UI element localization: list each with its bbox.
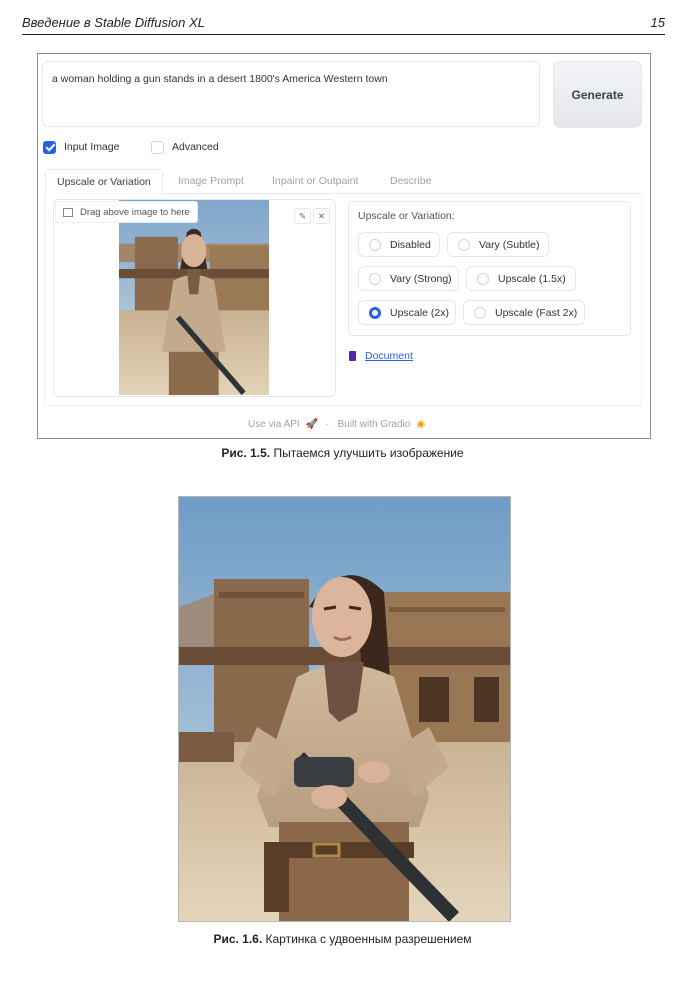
option-vary-subtle[interactable]: Vary (Subtle): [447, 232, 549, 257]
tab-image-prompt[interactable]: Image Prompt: [167, 169, 255, 192]
page-number: 15: [650, 15, 665, 30]
clear-image-button[interactable]: ✕: [313, 208, 330, 224]
use-via-api-link[interactable]: Use via API: [248, 419, 300, 430]
edit-image-button[interactable]: ✎: [294, 208, 311, 224]
figure-caption-1-text: Пытаемся улучшить изображение: [270, 446, 464, 460]
option-upscale-2x[interactable]: Upscale (2x): [358, 300, 456, 325]
page-header: Введение в Stable Diffusion XL 15: [22, 14, 665, 35]
advanced-checkbox-row[interactable]: Advanced: [151, 139, 219, 155]
image-icon: [63, 207, 73, 217]
figure-caption-1: Рис. 1.5. Пытаемся улучшить изображение: [0, 446, 685, 460]
prompt-text: a woman holding a gun stands in a desert…: [52, 73, 388, 85]
input-image-checkbox[interactable]: [43, 140, 56, 154]
option-upscale-fast-2x[interactable]: Upscale (Fast 2x): [463, 300, 585, 325]
document-icon: [349, 351, 356, 361]
tab-inpaint-or-outpaint[interactable]: Inpaint or Outpaint: [261, 169, 369, 192]
option-upscale-1-5x-label: Upscale (1.5x): [498, 272, 566, 285]
option-upscale-fast-2x-label: Upscale (Fast 2x): [495, 306, 578, 319]
option-vary-strong-label: Vary (Strong): [390, 272, 452, 285]
advanced-checkbox[interactable]: [151, 140, 164, 154]
running-title: Введение в Stable Diffusion XL: [22, 15, 205, 30]
prompt-textarea[interactable]: a woman holding a gun stands in a desert…: [42, 61, 540, 127]
figure-caption-2: Рис. 1.6. Картинка с удвоенным разрешени…: [0, 932, 685, 946]
built-with-gradio-link[interactable]: Built with Gradio: [338, 419, 411, 430]
input-image-label: Input Image: [64, 141, 120, 153]
drag-hint-text: Drag above image to here: [80, 206, 190, 218]
advanced-label: Advanced: [172, 141, 219, 153]
tab-bar: Upscale or Variation Image Prompt Inpain…: [44, 169, 640, 194]
rocket-icon: 🚀: [305, 419, 319, 430]
pencil-icon: ✎: [298, 210, 307, 221]
upscaled-photo: [178, 496, 511, 922]
radio-vary-strong[interactable]: [369, 272, 381, 285]
tab-describe[interactable]: Describe: [379, 169, 442, 192]
radio-disabled[interactable]: [369, 238, 381, 251]
figure-caption-1-prefix: Рис. 1.5.: [221, 446, 271, 460]
document-link-label: Document: [365, 350, 413, 362]
radio-upscale-2x[interactable]: [369, 306, 381, 319]
footer-separator: ·: [326, 419, 330, 430]
option-upscale-2x-label: Upscale (2x): [390, 306, 449, 319]
document-link[interactable]: Document: [349, 350, 413, 362]
option-upscale-1-5x[interactable]: Upscale (1.5x): [466, 266, 576, 291]
gradio-footer: Use via API 🚀 · Built with Gradio ◉: [248, 419, 425, 430]
upscale-options-title: Upscale or Variation:: [358, 210, 455, 222]
gradio-logo-icon: ◉: [416, 419, 426, 430]
generate-button[interactable]: Generate: [553, 61, 642, 128]
option-disabled-label: Disabled: [390, 238, 431, 251]
figure-caption-2-prefix: Рис. 1.6.: [213, 932, 263, 946]
option-vary-subtle-label: Vary (Subtle): [479, 238, 540, 251]
radio-vary-subtle[interactable]: [458, 238, 470, 251]
uploaded-image: [119, 200, 269, 395]
drag-image-hint: Drag above image to here: [55, 201, 198, 223]
radio-upscale-fast-2x[interactable]: [474, 306, 486, 319]
option-disabled[interactable]: Disabled: [358, 232, 440, 257]
figure-caption-2-text: Картинка с удвоенным разрешением: [262, 932, 472, 946]
radio-upscale-1-5x[interactable]: [477, 272, 489, 285]
close-icon: ✕: [317, 210, 326, 221]
input-image-checkbox-row[interactable]: Input Image: [43, 139, 119, 155]
tab-upscale-or-variation[interactable]: Upscale or Variation: [45, 169, 163, 194]
option-vary-strong[interactable]: Vary (Strong): [358, 266, 459, 291]
